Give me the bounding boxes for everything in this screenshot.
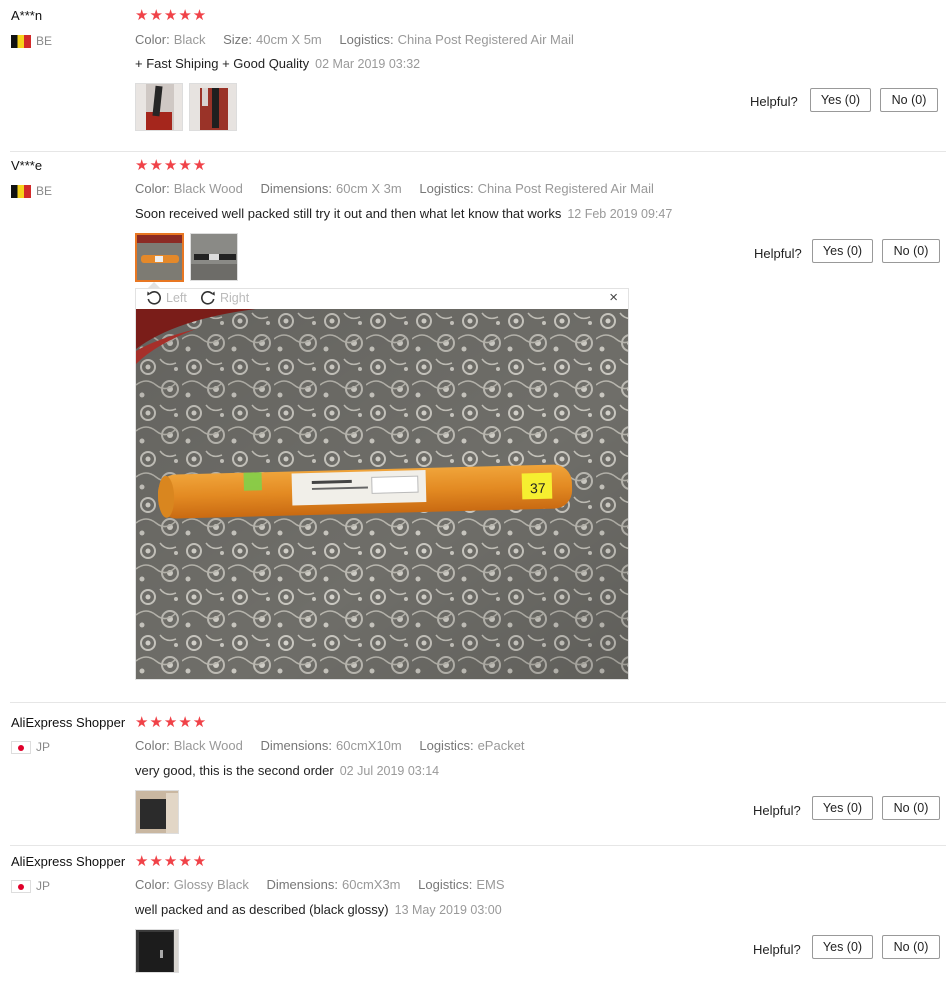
star-rating: ★★★★★ [135, 7, 208, 24]
belgium-flag-icon [11, 184, 31, 198]
attr-label: Dimensions: [260, 738, 332, 753]
helpful-yes-button[interactable]: Yes (0) [812, 239, 873, 263]
tube-sticker-number: 37 [530, 480, 546, 496]
review-date: 02 Jul 2019 03:14 [339, 764, 440, 778]
attr-label: Color: [135, 181, 170, 196]
attr-value: ePacket [477, 738, 525, 753]
review-divider [10, 151, 946, 152]
attr-label: Logistics: [339, 32, 394, 47]
review-attributes: Color: Black Wood Dimensions: 60cm X 3m Lo… [135, 181, 668, 196]
review-attributes: Color: Black Wood Dimensions: 60cmX10m Log… [135, 738, 539, 753]
attr-value: Black [173, 32, 206, 47]
country-code: BE [36, 184, 53, 198]
attr-value: Glossy Black [173, 877, 249, 892]
review-divider [10, 845, 946, 846]
attr-value: 60cmX3m [341, 877, 401, 892]
country-code: JP [36, 879, 51, 893]
helpful-label: Helpful? [753, 942, 801, 957]
rotate-left-icon [147, 291, 161, 305]
attr-label: Color: [135, 738, 170, 753]
star-rating: ★★★★★ [135, 714, 208, 731]
attr-label: Logistics: [419, 738, 474, 753]
helpful-no-button[interactable]: No (0) [882, 239, 940, 263]
close-icon[interactable]: × [609, 289, 618, 306]
country-code: JP [36, 740, 51, 754]
attr-value: 60cmX10m [335, 738, 402, 753]
review-body: + Fast Shiping + Good Quality [135, 56, 310, 71]
reviewer-name: V***e [11, 158, 43, 173]
review-photo-thumbnail-selected[interactable] [135, 233, 184, 282]
review-photo-thumbnail[interactable] [135, 83, 183, 131]
review-attributes: Color: Glossy Black Dimensions: 60cmX3m Lo… [135, 877, 519, 892]
rotate-left-button[interactable]: Left [146, 290, 187, 306]
attr-label: Dimensions: [266, 877, 338, 892]
reviewer-country: JP [11, 740, 50, 754]
rotate-left-label: Left [166, 291, 187, 305]
helpful-yes-button[interactable]: Yes (0) [810, 88, 871, 112]
attr-value: 40cm X 5m [256, 32, 322, 47]
helpful-yes-button[interactable]: Yes (0) [812, 796, 873, 820]
reviewer-country: BE [11, 184, 52, 198]
attr-value: Black Wood [173, 738, 243, 753]
reviewer-name: AliExpress Shopper [11, 854, 126, 869]
rotate-right-label: Right [220, 291, 250, 305]
review-text: well packed and as described (black glos… [135, 902, 502, 917]
review-photo-thumbnail[interactable] [135, 790, 179, 834]
review-date: 02 Mar 2019 03:32 [315, 57, 421, 71]
belgium-flag-icon [11, 34, 31, 48]
country-code: BE [36, 34, 53, 48]
review-date: 12 Feb 2019 09:47 [567, 207, 673, 221]
attr-label: Color: [135, 32, 170, 47]
attr-value: EMS [476, 877, 505, 892]
attr-label: Logistics: [419, 181, 474, 196]
helpful-no-button[interactable]: No (0) [882, 935, 940, 959]
reviewer-country: JP [11, 879, 50, 893]
reviewer-country: BE [11, 34, 52, 48]
attr-label: Size: [223, 32, 253, 47]
review-attributes: Color: Black Size: 40cm X 5m Logistics: Chi… [135, 32, 588, 47]
review-body: Soon received well packed still try it o… [135, 206, 562, 221]
reviewer-name: AliExpress Shopper [11, 715, 126, 730]
rotate-right-icon [201, 291, 215, 305]
review-photo-thumbnail[interactable] [190, 233, 238, 281]
photo-viewer-toolbar: Left Right × [136, 289, 628, 309]
attr-value: China Post Registered Air Mail [397, 32, 574, 47]
attr-value: China Post Registered Air Mail [477, 181, 654, 196]
rotate-right-button[interactable]: Right [200, 290, 249, 306]
attr-label: Dimensions: [260, 181, 332, 196]
review-photo-large: 37 [136, 309, 628, 679]
reviewer-name: A***n [11, 8, 43, 23]
review-photo-thumbnail[interactable] [189, 83, 237, 131]
review-body: well packed and as described (black glos… [135, 902, 389, 917]
attr-label: Logistics: [418, 877, 473, 892]
japan-flag-icon [11, 740, 31, 754]
review-photo-thumbnail[interactable] [135, 929, 179, 973]
review-body: very good, this is the second order [135, 763, 334, 778]
helpful-no-button[interactable]: No (0) [880, 88, 938, 112]
helpful-label: Helpful? [753, 803, 801, 818]
star-rating: ★★★★★ [135, 853, 208, 870]
photo-viewer: Left Right × 37 [135, 288, 629, 680]
helpful-label: Helpful? [754, 246, 802, 261]
review-divider [10, 702, 946, 703]
attr-value: 60cm X 3m [335, 181, 402, 196]
helpful-label: Helpful? [750, 94, 798, 109]
attr-label: Color: [135, 877, 170, 892]
review-text: + Fast Shiping + Good Quality 02 Mar 2019… [135, 56, 420, 71]
star-rating: ★★★★★ [135, 157, 208, 174]
japan-flag-icon [11, 879, 31, 893]
review-date: 13 May 2019 03:00 [394, 903, 502, 917]
attr-value: Black Wood [173, 181, 243, 196]
review-text: very good, this is the second order 02 Ju… [135, 763, 439, 778]
helpful-yes-button[interactable]: Yes (0) [812, 935, 873, 959]
review-text: Soon received well packed still try it o… [135, 206, 672, 221]
helpful-no-button[interactable]: No (0) [882, 796, 940, 820]
